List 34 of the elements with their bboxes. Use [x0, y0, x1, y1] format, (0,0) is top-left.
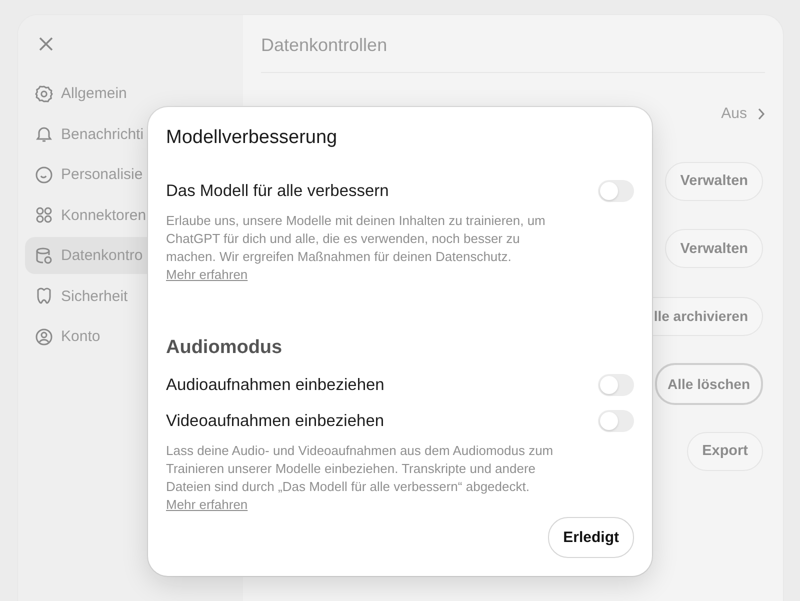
pill-button[interactable]: Export [687, 432, 763, 471]
pill-button[interactable]: lle archivieren [652, 296, 763, 336]
done-button[interactable]: Erledigt [548, 517, 634, 558]
toggle-switch[interactable] [598, 374, 634, 396]
sidebar-item[interactable]: Allgemein [25, 75, 147, 112]
pill-button[interactable]: Verwalten [665, 162, 763, 201]
setting-description: Lass deine Audio- und Videoaufnahmen aus dem Audiomodus zum Trainieren unserer Modelle einbeziehen. Transkripte und andere Dateien sind durch „Das Modell für alle verbessern“ abgedeckt. Mehr erfahren [166, 442, 554, 514]
setting-value[interactable]: Aus [721, 105, 747, 122]
sidebar-item[interactable]: Personalisie [25, 156, 147, 193]
sidebar-item[interactable]: Datenkontro [25, 237, 147, 274]
pill-button[interactable]: Verwalten [665, 229, 763, 268]
setting-label: Audioaufnahmen einbeziehen [166, 376, 384, 394]
settings-icon [35, 84, 53, 102]
sidebar-item[interactable]: Konto [25, 318, 147, 355]
toggle-switch[interactable] [598, 410, 634, 432]
sidebar-item[interactable]: Konnektoren [25, 196, 147, 234]
delete-button[interactable]: Alle löschen [654, 362, 763, 405]
close-icon[interactable] [39, 37, 53, 51]
section-heading: Audiomodus [166, 336, 284, 360]
page-title: Datenkontrollen [261, 35, 765, 73]
person-icon [35, 328, 53, 346]
learn-more-link[interactable]: Mehr erfahren [166, 267, 248, 282]
sidebar-item[interactable]: Benachrichti [25, 116, 147, 152]
sidebar-item[interactable]: Sicherheit [25, 278, 147, 314]
learn-more-link[interactable]: Mehr erfahren [166, 497, 248, 512]
dialog-title: Modellverbesserung [166, 126, 338, 150]
toggle-switch[interactable] [598, 180, 634, 202]
setting-description: Erlaube uns, unsere Modelle mit deinen Inhalten zu trainieren, um ChatGPT für dich und alle, die es verwenden, noch besser zu machen. Wir ergreifen Maßnahmen für deinen Datenschutz. Mehr erfahren [166, 212, 546, 284]
bell-icon [35, 125, 53, 143]
database-icon [35, 246, 53, 264]
nodes-icon [35, 206, 53, 224]
setting-label: Videoaufnahmen einbeziehen [166, 412, 384, 430]
chevron-icon[interactable] [757, 108, 765, 120]
setting-label: Das Modell für alle verbessern [166, 182, 389, 200]
